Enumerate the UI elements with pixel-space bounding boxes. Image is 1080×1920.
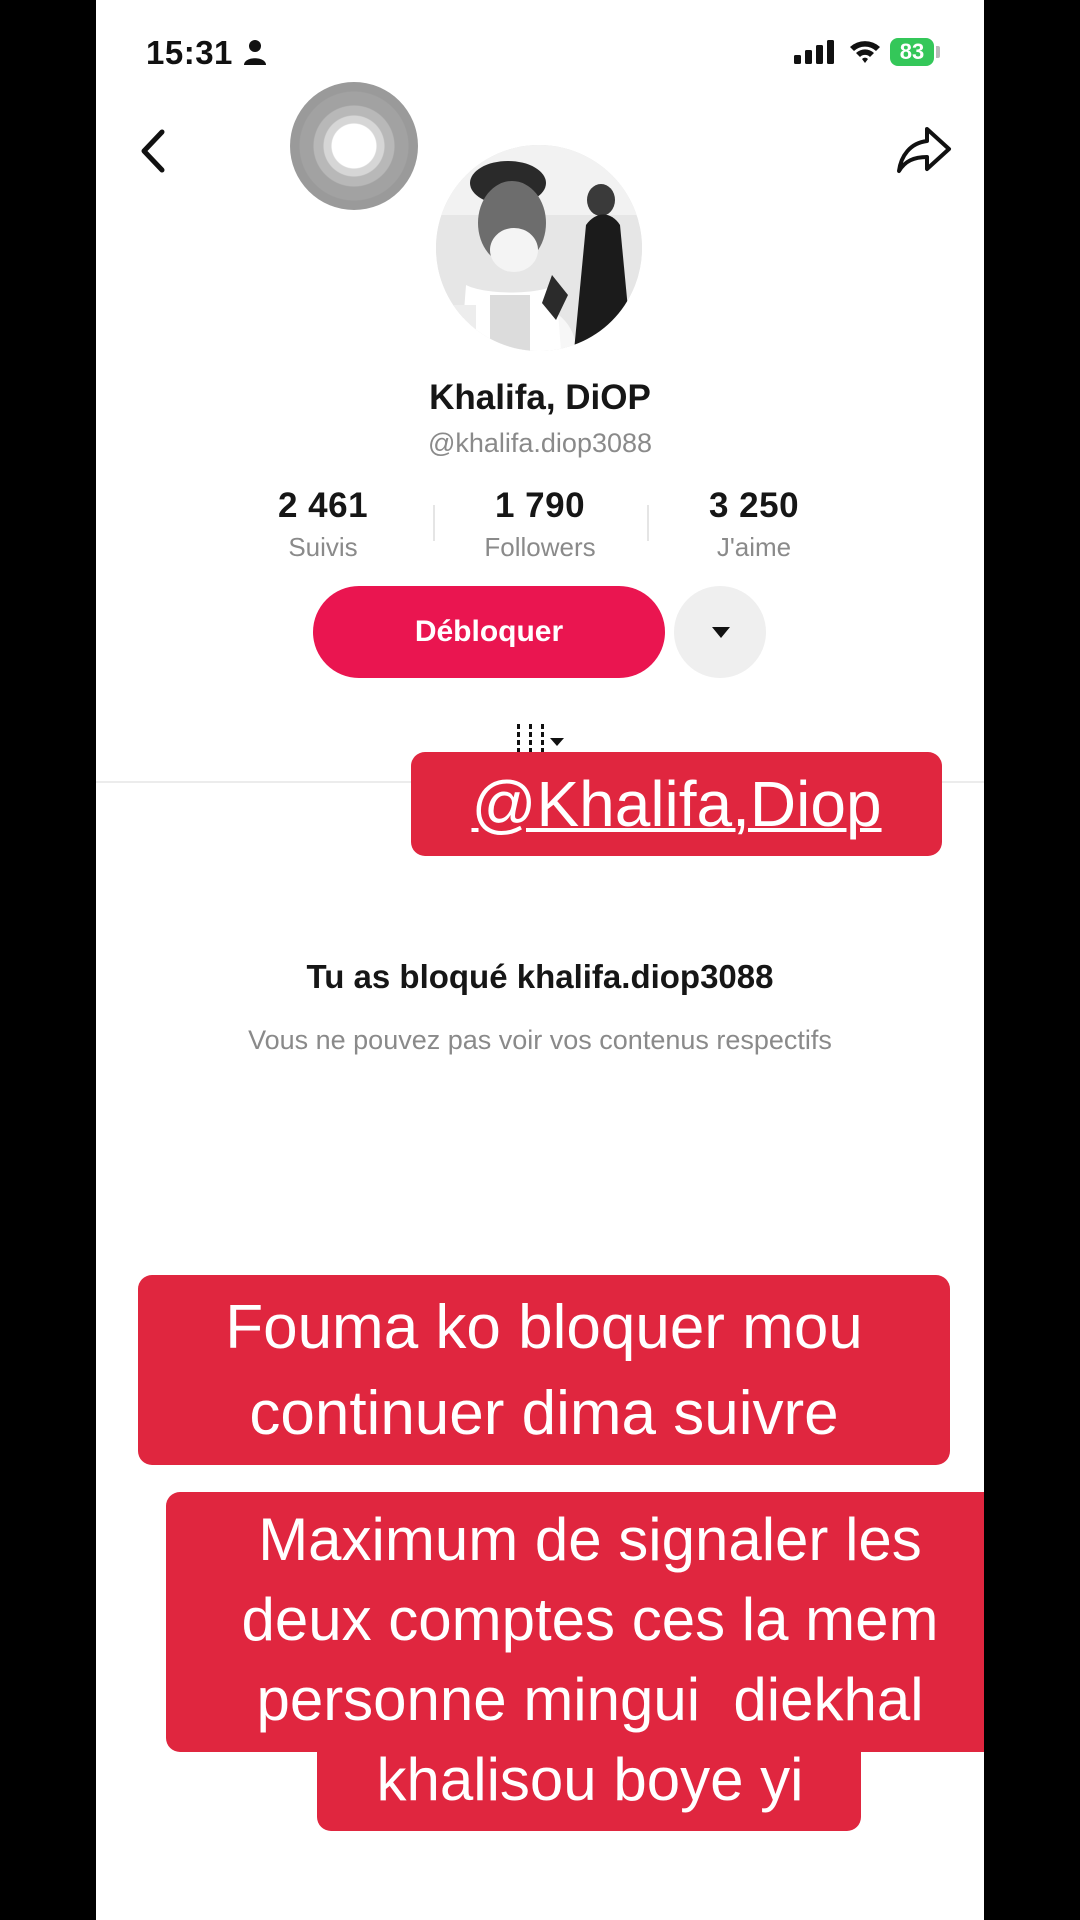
stat-likes-label: J'aime bbox=[716, 532, 792, 562]
stat-likes-value: 3 250 bbox=[708, 486, 800, 525]
loading-spinner bbox=[290, 82, 418, 210]
signal-icon bbox=[794, 40, 834, 64]
blocked-title: Tu as bloqué khalifa.diop3088 bbox=[306, 958, 774, 995]
display-name: Khalifa, DiOP bbox=[429, 378, 651, 417]
username-handle: @khalifa.diop3088 bbox=[427, 428, 653, 458]
mention-caption-text: @Khalifa,Diop bbox=[471, 768, 882, 840]
share-icon[interactable] bbox=[896, 124, 952, 176]
back-icon[interactable] bbox=[134, 128, 174, 174]
battery-nub bbox=[936, 46, 940, 58]
stat-followers-label: Followers bbox=[484, 532, 596, 562]
stat-followers[interactable]: 1 790 Followers bbox=[435, 486, 645, 563]
report-caption-line: personne mingui diekhal bbox=[256, 1666, 924, 1733]
report-caption-line: khalisou boye yi bbox=[376, 1746, 804, 1813]
report-caption: Maximum de signaler les deux comptes ces… bbox=[166, 1500, 984, 1820]
battery-indicator: 83 bbox=[890, 38, 934, 66]
stat-likes: 3 250 J'aime bbox=[649, 486, 859, 563]
stat-following[interactable]: 2 461 Suivis bbox=[218, 486, 428, 563]
unblock-button[interactable]: Débloquer bbox=[313, 586, 665, 678]
mention-caption: @Khalifa,Diop bbox=[411, 752, 942, 856]
avatar-photo bbox=[436, 145, 642, 351]
avatar[interactable] bbox=[436, 145, 642, 351]
profile-screen: 15:31 83 Khalifa, DiOP @khalifa.diop3088… bbox=[96, 0, 984, 1920]
report-caption-line: Maximum de signaler les bbox=[258, 1506, 922, 1573]
report-caption-line: deux comptes ces la mem bbox=[241, 1586, 939, 1653]
status-time: 15:31 bbox=[146, 34, 233, 71]
blocked-subtitle: Vous ne pouvez pas voir vos contenus res… bbox=[248, 1025, 832, 1055]
stat-following-value: 2 461 bbox=[277, 486, 369, 525]
stat-following-label: Suivis bbox=[288, 532, 358, 562]
person-icon bbox=[244, 40, 266, 65]
block-caption: Fouma ko bloquer mou continuer dima suiv… bbox=[138, 1275, 950, 1465]
block-caption-line: Fouma ko bloquer mou bbox=[225, 1293, 863, 1362]
dropdown-icon[interactable] bbox=[674, 586, 766, 678]
tab-grid-icon[interactable] bbox=[512, 722, 572, 752]
wifi-icon bbox=[850, 41, 880, 63]
block-caption-line: continuer dima suivre bbox=[249, 1379, 839, 1448]
stat-followers-value: 1 790 bbox=[494, 486, 586, 525]
